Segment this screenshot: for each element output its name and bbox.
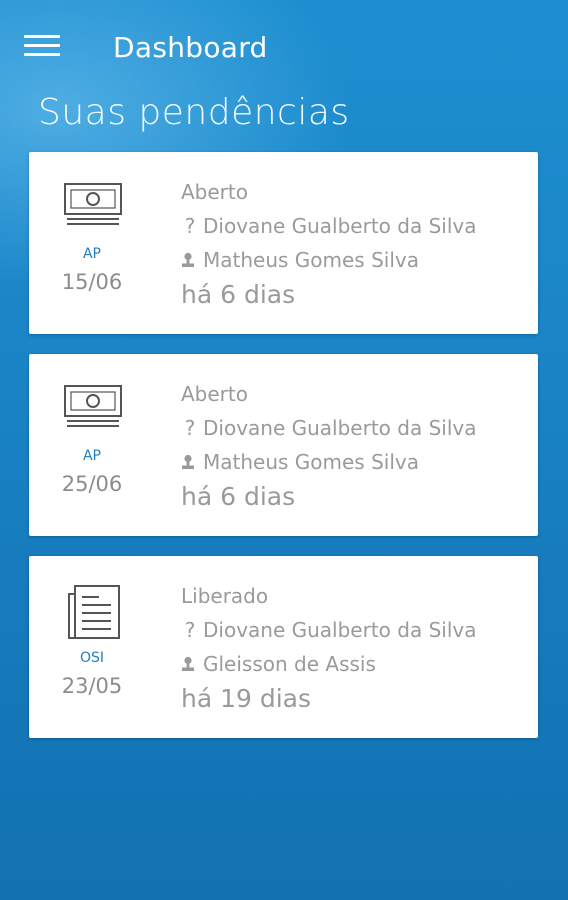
pending-age: há 6 dias (181, 280, 296, 309)
pending-age: há 19 dias (181, 684, 312, 713)
section-title: Suas pendências (38, 92, 350, 133)
requester-row: ? Diovane Gualberto da Silva (181, 618, 477, 642)
pending-status: Aberto (181, 382, 248, 406)
question-icon: ? (184, 416, 196, 440)
document-icon (68, 585, 120, 639)
pending-type: AP (82, 246, 102, 262)
assignee-row: Gleisson de Assis (181, 652, 376, 676)
pending-card[interactable]: AP 25/06 Aberto ? Diovane Gualberto da Si… (29, 354, 538, 536)
assignee-row: Matheus Gomes Silva (181, 450, 419, 474)
pending-status: Aberto (181, 180, 248, 204)
person-icon (182, 454, 194, 469)
assignee-name: Gleisson de Assis (203, 652, 376, 676)
money-bill-icon (64, 385, 122, 427)
pending-card[interactable]: AP 15/06 Aberto ? Diovane Gualberto da Si… (29, 152, 538, 334)
assignee-name: Matheus Gomes Silva (203, 248, 419, 272)
assignee-row: Matheus Gomes Silva (181, 248, 419, 272)
requester-name: Diovane Gualberto da Silva (203, 618, 477, 642)
requester-name: Diovane Gualberto da Silva (203, 214, 477, 238)
pending-date: 15/06 (61, 270, 123, 294)
assignee-name: Matheus Gomes Silva (203, 450, 419, 474)
requester-row: ? Diovane Gualberto da Silva (181, 416, 477, 440)
hamburger-menu-icon[interactable] (24, 35, 62, 61)
pending-status: Liberado (181, 584, 269, 608)
pending-date: 25/06 (61, 472, 123, 496)
question-icon: ? (184, 618, 196, 642)
pending-card[interactable]: OSI 23/05 Liberado ? Diovane Gualberto da… (29, 556, 538, 738)
requester-row: ? Diovane Gualberto da Silva (181, 214, 477, 238)
requester-name: Diovane Gualberto da Silva (203, 416, 477, 440)
money-bill-icon (64, 183, 122, 225)
person-icon (182, 656, 194, 671)
question-icon: ? (184, 214, 196, 238)
pending-date: 23/05 (61, 674, 123, 698)
pending-type: OSI (79, 650, 105, 666)
pending-type: AP (82, 448, 102, 464)
app-bar: Dashboard (0, 0, 568, 100)
pending-age: há 6 dias (181, 482, 296, 511)
app-title: Dashboard (113, 31, 268, 64)
person-icon (182, 252, 194, 267)
